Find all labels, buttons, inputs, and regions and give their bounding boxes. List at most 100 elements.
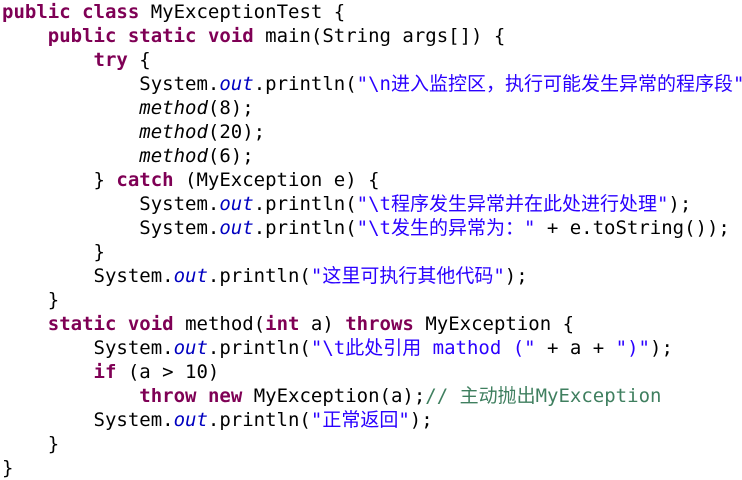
code-line: } catch (MyException e) {	[2, 168, 380, 192]
keyword-token: static	[127, 25, 197, 47]
method-call-token: method	[139, 97, 208, 119]
code-line: System.out.println("正常返回");	[2, 408, 433, 432]
string-token: "正常返回"	[310, 409, 410, 431]
keyword-token: public	[2, 1, 71, 23]
code-line: System.out.println("\t程序发生异常并在此处进行处理");	[2, 192, 691, 216]
code-token: a)	[299, 313, 346, 335]
code-token: main(String args[]) {	[253, 25, 506, 47]
string-token: ")"	[615, 337, 650, 359]
code-token: }	[47, 289, 60, 311]
code-token: .println(	[207, 409, 311, 431]
code-token: MyException {	[413, 313, 575, 335]
field-token: out	[173, 409, 208, 431]
code-token: System.	[139, 193, 220, 215]
keyword-token: void	[127, 313, 174, 335]
keyword-token: if	[93, 361, 117, 383]
keyword-token: try	[93, 49, 128, 71]
code-token: MyExceptionTest {	[139, 1, 346, 23]
code-token: );	[409, 409, 433, 431]
code-line: if (a > 10)	[2, 360, 220, 384]
string-token: "这里可执行其他代码"	[310, 265, 505, 287]
code-line: public static void main(String args[]) {	[2, 24, 506, 48]
keyword-token: new	[207, 385, 243, 407]
code-token: .println(	[207, 265, 311, 287]
string-token: "\t发生的异常为："	[356, 217, 536, 239]
code-token: (MyException e) {	[173, 169, 380, 191]
code-line: }	[2, 432, 59, 456]
code-line: }	[2, 240, 105, 264]
code-line: public class MyExceptionTest {	[2, 0, 345, 24]
code-token: System.	[93, 265, 174, 287]
code-line: method(8);	[2, 96, 254, 120]
code-line: System.out.println("\t此处引用 mathod (" + a…	[2, 336, 673, 360]
code-token: }	[2, 457, 14, 479]
code-token: );	[650, 337, 673, 359]
field-token: out	[219, 217, 254, 239]
string-token: "\t程序发生异常并在此处进行处理"	[356, 193, 669, 215]
code-line: }	[2, 288, 59, 312]
method-call-token: method	[139, 145, 208, 167]
keyword-token: static	[47, 313, 117, 335]
code-editor[interactable]: public class MyExceptionTest { public st…	[0, 0, 742, 480]
code-token: System.	[93, 409, 174, 431]
code-line: throw new MyException(a);// 主动抛出MyExcept…	[2, 384, 661, 408]
code-token: .println(	[253, 193, 357, 215]
string-token: "\t此处引用 mathod ("	[310, 337, 536, 359]
code-line: System.out.println("\n进入监控区，执行可能发生异常的程序段…	[2, 72, 742, 96]
keyword-token: catch	[116, 169, 174, 191]
code-token: );	[668, 193, 692, 215]
code-token: (20);	[207, 121, 266, 143]
code-token: (a > 10)	[116, 361, 220, 383]
field-token: out	[219, 73, 254, 95]
code-line: System.out.println("\t发生的异常为：" + e.toStr…	[2, 216, 730, 240]
code-line: method(20);	[2, 120, 265, 144]
code-token: method(	[173, 313, 266, 335]
keyword-token: int	[265, 313, 300, 335]
comment-token: // 主动抛出MyException	[425, 385, 662, 407]
code-token: }	[93, 169, 117, 191]
field-token: out	[173, 265, 208, 287]
code-token: MyException(a);	[242, 385, 426, 407]
code-token: System.	[139, 217, 220, 239]
code-token: }	[47, 433, 60, 455]
code-line: try {	[2, 48, 151, 72]
keyword-token: throws	[345, 313, 414, 335]
code-line: static void method(int a) throws MyExcep…	[2, 312, 574, 336]
code-line: method(6);	[2, 144, 254, 168]
code-token: (8);	[207, 97, 254, 119]
code-token: .println(	[253, 217, 357, 239]
code-token: );	[504, 265, 528, 287]
code-token: + e.toString());	[535, 217, 730, 239]
code-token: + a +	[535, 337, 616, 359]
code-token: System.	[93, 337, 174, 359]
string-token: "\n进入监控区，执行可能发生异常的程序段"	[356, 73, 742, 95]
method-call-token: method	[139, 121, 208, 143]
keyword-token: void	[207, 25, 254, 47]
field-token: out	[173, 337, 208, 359]
field-token: out	[219, 193, 254, 215]
code-token: .println(	[253, 73, 357, 95]
keyword-token: throw	[139, 385, 197, 407]
code-token: (6);	[207, 145, 254, 167]
code-token: System.	[139, 73, 220, 95]
code-token: .println(	[207, 337, 311, 359]
